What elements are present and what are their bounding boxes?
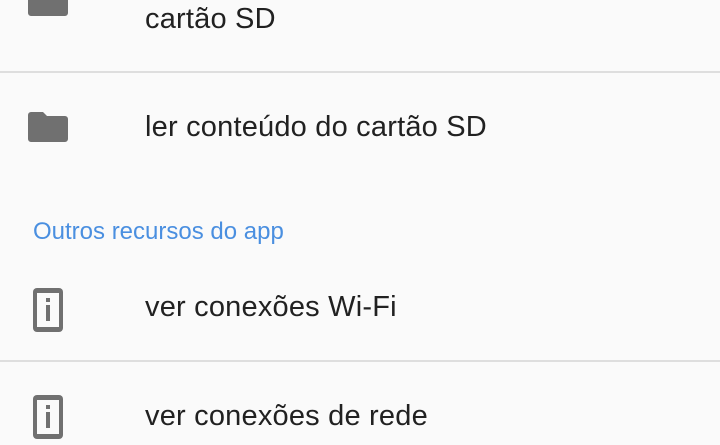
app-permissions-screen: cartão SD ler conteúdo do cartão SD Outr… bbox=[0, 0, 720, 445]
permission-item[interactable]: ver conexões de rede bbox=[0, 362, 720, 445]
permission-item[interactable]: ler conteúdo do cartão SD bbox=[0, 73, 720, 183]
info-phone-icon bbox=[33, 288, 63, 332]
permission-item[interactable]: cartão SD bbox=[0, 0, 720, 72]
permission-label: ver conexões de rede bbox=[145, 400, 428, 432]
info-phone-icon bbox=[33, 395, 63, 439]
folder-icon bbox=[28, 0, 68, 16]
permission-label: ver conexões Wi-Fi bbox=[145, 291, 397, 323]
permission-item[interactable]: ver conexões Wi-Fi bbox=[0, 262, 720, 360]
permission-label: cartão SD bbox=[145, 3, 276, 35]
section-header-other-features: Outros recursos do app bbox=[33, 218, 284, 245]
folder-icon bbox=[28, 112, 68, 142]
permission-label: ler conteúdo do cartão SD bbox=[145, 111, 487, 143]
